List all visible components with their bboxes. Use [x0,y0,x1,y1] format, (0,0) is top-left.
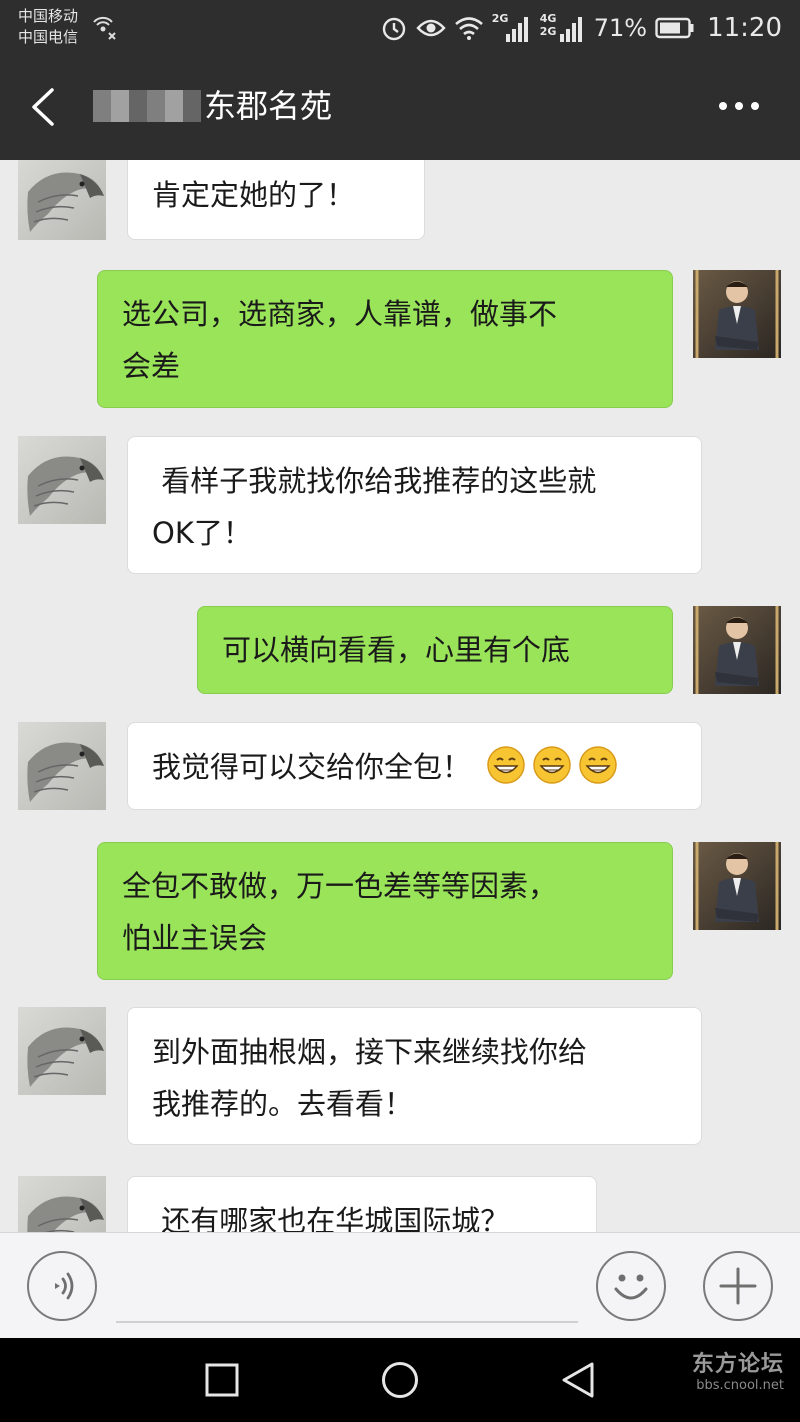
battery-icon [655,17,694,39]
message-bubble-outgoing[interactable]: 可以横向看看，心里有个底 [197,606,673,694]
grinning-face-icon [579,746,617,784]
recent-apps-icon[interactable] [204,1362,240,1398]
user-avatar[interactable] [693,606,781,694]
network-type-label: 2G [539,25,557,38]
system-nav-bar: 东方论坛 bbs.cnool.net [0,1338,800,1422]
emoji-button[interactable] [596,1251,666,1321]
contact-avatar[interactable] [18,160,106,240]
chat-header: 东郡名苑 [0,56,800,160]
message-text: 选公司，选商家，人靠谱，做事不 [122,297,558,331]
more-options-icon[interactable] [718,100,760,112]
back-triangle-icon[interactable] [558,1360,598,1400]
home-icon[interactable] [380,1360,420,1400]
message-bubble-incoming[interactable]: 到外面抽根烟，接下来继续找你给 我推荐的。去看看！ [127,1007,702,1145]
message-text: 会差 [122,349,181,383]
more-functions-button[interactable] [703,1251,773,1321]
watermark: 东方论坛 bbs.cnool.net [692,1346,784,1393]
message-bubble-outgoing[interactable]: 全包不敢做，万一色差等等因素， 怕业主误会 [97,842,673,980]
message-text: 可以横向看看，心里有个底 [222,633,571,667]
message-text: 看样子我就找你给我推荐的这些就 [152,464,597,498]
eagle-avatar-image [18,1007,106,1095]
user-avatar[interactable] [693,842,781,930]
message-bubble-incoming[interactable]: 还有哪家也在华城国际城？ [127,1176,597,1232]
alarm-icon [382,17,405,41]
signal-4g: 4G 2G [539,12,586,42]
contact-avatar[interactable] [18,1007,106,1095]
voice-input-button[interactable] [27,1251,97,1321]
carrier-info: 中国移动 中国电信 [18,6,78,48]
eye-comfort-icon [416,19,446,37]
message-text: 我觉得可以交给你全包！ [152,750,472,784]
wifi-icon [454,17,483,40]
message-text: 到外面抽根烟，接下来继续找你给 [152,1035,588,1069]
eagle-avatar-image [18,436,106,524]
message-bubble-outgoing[interactable]: 选公司，选商家，人靠谱，做事不 会差 [97,270,673,408]
watermark-main: 东方论坛 [691,1352,784,1377]
plus-icon [719,1267,757,1305]
user-avatar[interactable] [693,270,781,358]
eagle-avatar-image [18,1176,106,1232]
chat-title: 东郡名苑 [204,87,333,125]
man-avatar-image [693,606,781,694]
signal-2g: 2G [491,12,532,42]
hotspot-icon [93,16,116,40]
message-bubble-incoming[interactable]: 肯定定她的了！ [127,160,425,240]
message-text: OK了！ [152,516,252,550]
message-text: 全包不敢做，万一色差等等因素， [122,869,558,903]
message-list[interactable]: 肯定定她的了！ 选公司，选商家，人靠谱，做事不 会差 看样子我就找你给我推荐的这… [0,160,800,1232]
grinning-face-icon [487,746,525,784]
back-arrow-icon[interactable] [28,86,58,128]
smiley-icon [614,1274,648,1300]
contact-avatar[interactable] [18,722,106,810]
network-type-label: 4G [539,12,557,25]
message-input-bar [0,1232,800,1339]
status-icons: 2G 4G 2G 71% 11:20 [380,8,782,48]
grinning-face-icon [533,746,571,784]
status-bar: 中国移动 中国电信 2G 4G 2G 71% 11:20 [0,0,800,56]
blurred-name [93,90,201,122]
voice-icon [55,1272,74,1300]
message-text: 怕业主误会 [122,921,268,955]
carrier-label-1: 中国移动 [18,7,79,25]
message-text: 还有哪家也在华城国际城？ [152,1204,510,1232]
man-avatar-image [693,270,781,358]
eagle-avatar-image [18,160,106,240]
message-text: 我推荐的。去看看！ [152,1087,414,1121]
message-text: 肯定定她的了！ [152,178,356,212]
carrier-label-2: 中国电信 [18,28,79,46]
message-text-field[interactable] [116,1255,578,1323]
man-avatar-image [693,842,781,930]
contact-avatar[interactable] [18,436,106,524]
clock: 11:20 [707,13,782,43]
eagle-avatar-image [18,722,106,810]
network-type-label: 2G [491,12,509,25]
message-bubble-incoming[interactable]: 看样子我就找你给我推荐的这些就 OK了！ [127,436,702,574]
message-bubble-incoming[interactable]: 我觉得可以交给你全包！ [127,722,702,810]
contact-avatar[interactable] [18,1176,106,1232]
battery-percent: 71% [593,14,648,42]
watermark-sub: bbs.cnool.net [696,1378,784,1393]
